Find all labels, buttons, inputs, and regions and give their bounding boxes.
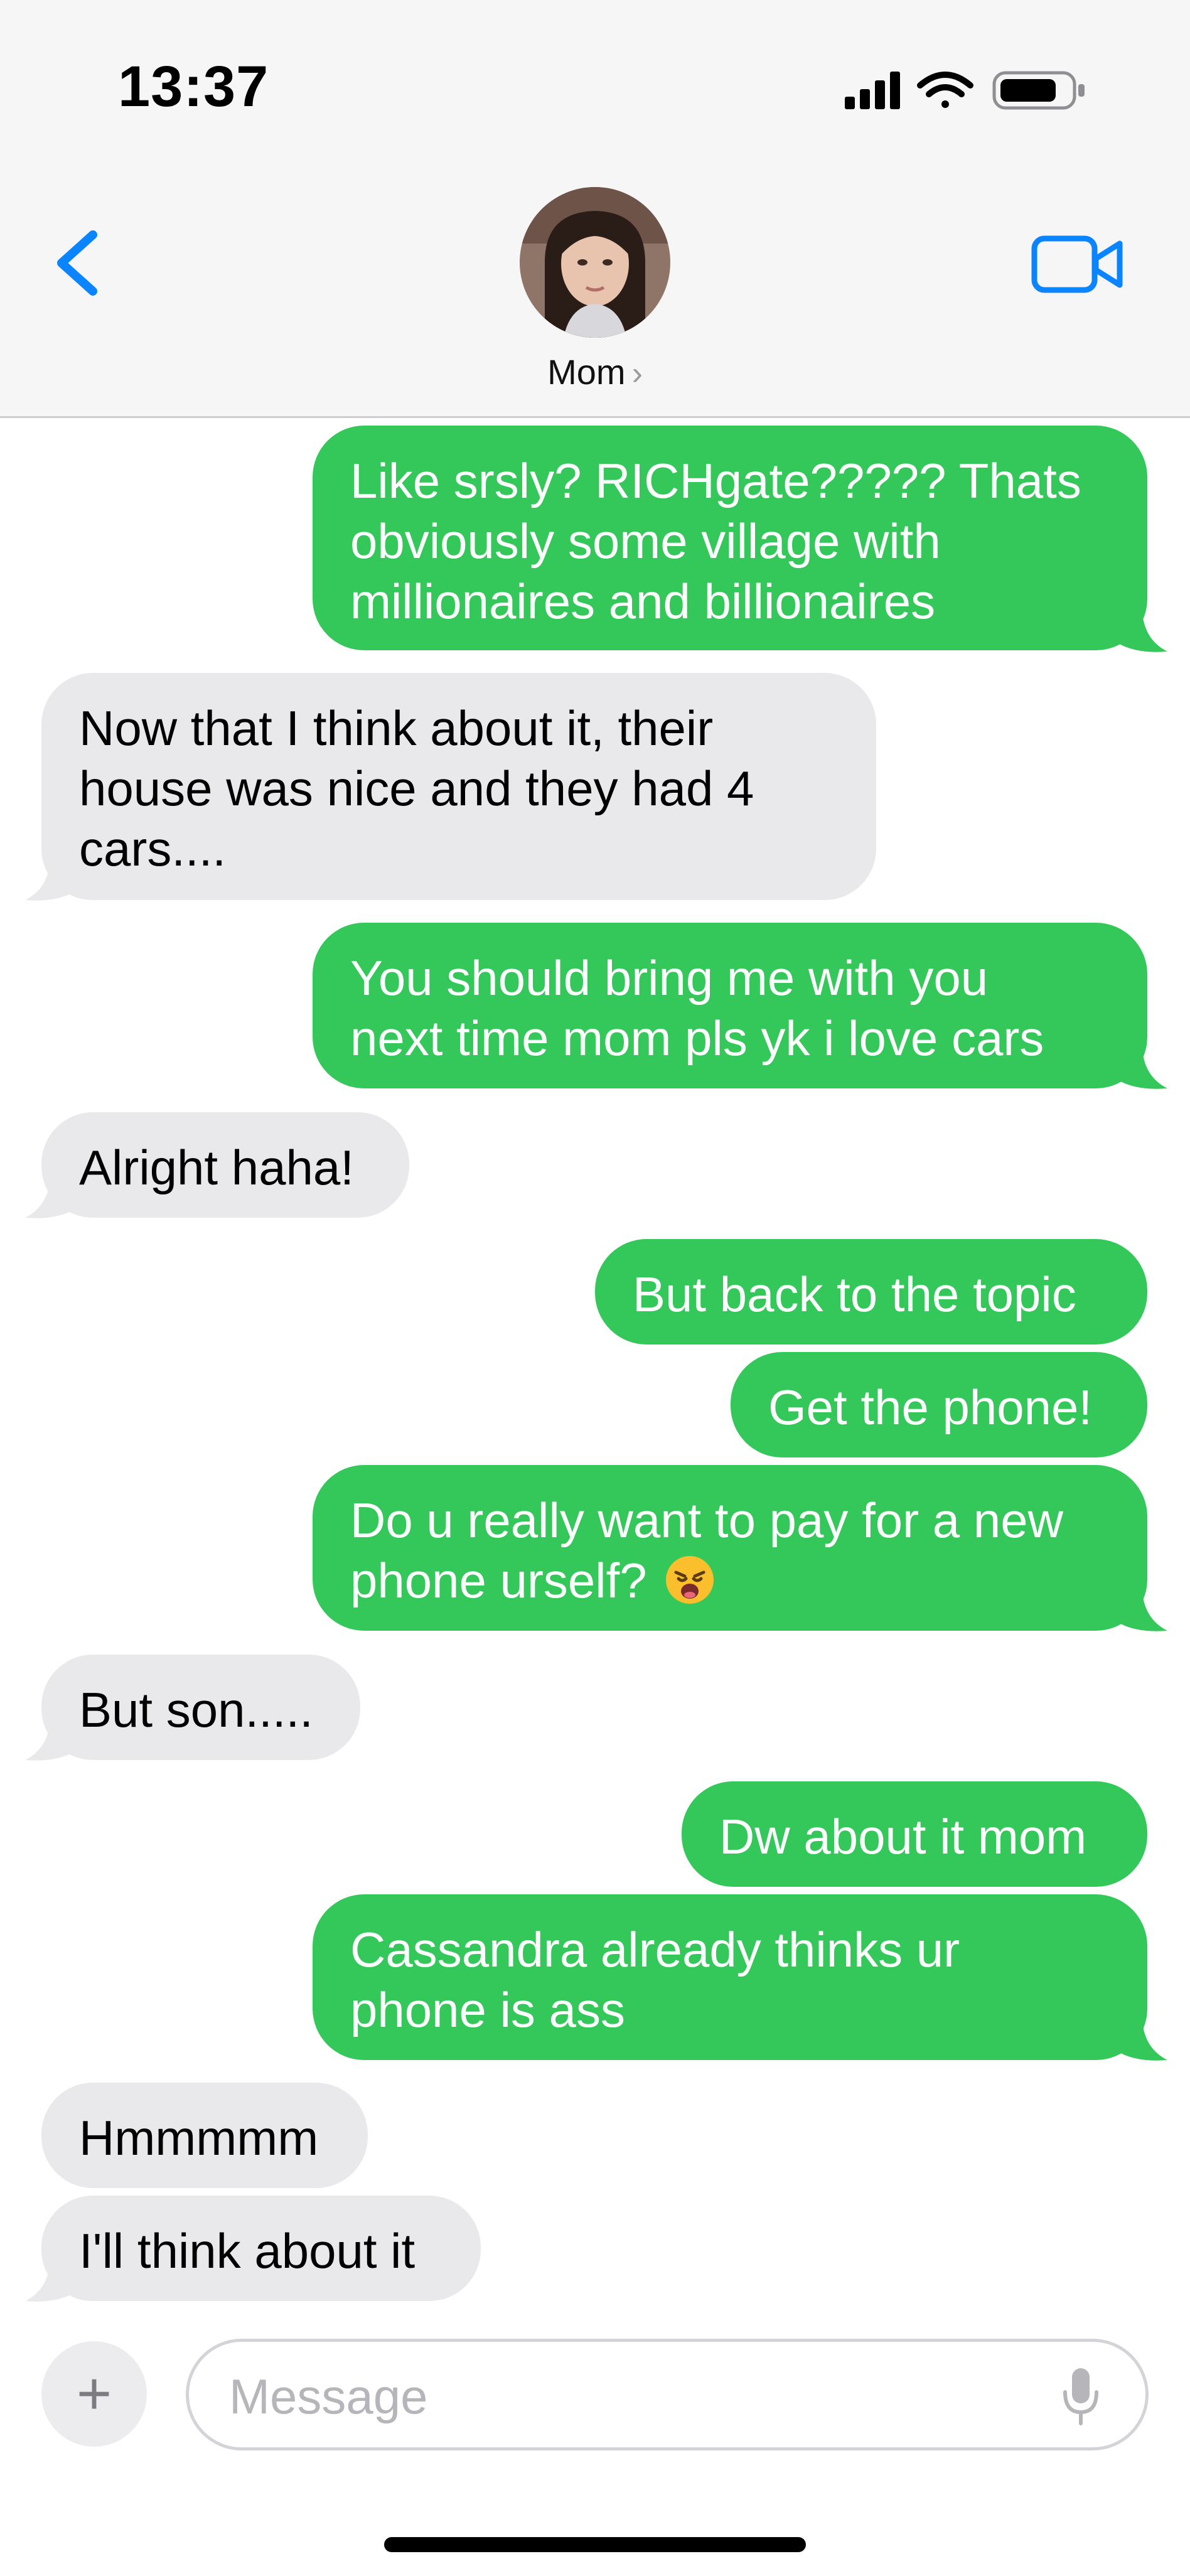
bubble-tail xyxy=(25,1179,75,1218)
bubble-tail xyxy=(1117,1592,1167,1631)
message-line: I'll think about it xyxy=(79,2223,415,2278)
home-indicator[interactable] xyxy=(384,2537,806,2552)
message-line: obviously some village with xyxy=(350,513,941,569)
message-line: cars.... xyxy=(79,821,227,876)
battery-icon xyxy=(992,71,1085,110)
message-line: But son..... xyxy=(79,1682,313,1737)
message-bubble-outgoing[interactable]: Cassandra already thinks ur phone is ass xyxy=(313,1894,1147,2060)
message-line: next time mom pls yk i love cars xyxy=(350,1011,1044,1066)
contact-avatar[interactable] xyxy=(520,187,670,338)
message-line: Do u really want to pay for a new xyxy=(350,1493,1063,1548)
message-text: phone urself? xyxy=(350,1553,647,1608)
contact-name-button[interactable]: Mom › xyxy=(0,352,1190,392)
status-time: 13:37 xyxy=(118,55,269,119)
message-line: But back to the topic xyxy=(633,1267,1076,1322)
back-button[interactable] xyxy=(38,222,113,304)
message-line: Cassandra already thinks ur xyxy=(350,1922,960,1977)
contact-name: Mom xyxy=(547,352,626,392)
message-bubble-incoming[interactable]: Hmmmmm xyxy=(41,2083,368,2188)
messages-screen: 13:37 Mom › Like srsly? RICHgate????? Th… xyxy=(0,0,1190,2576)
message-line: phone is ass xyxy=(350,1982,625,2037)
message-placeholder: Message xyxy=(229,2369,428,2424)
bubble-tail xyxy=(25,2262,75,2302)
message-line: millionaires and billionaires xyxy=(350,574,936,629)
message-line: Dw about it mom xyxy=(719,1809,1087,1864)
message-bubble-outgoing[interactable]: Dw about it mom xyxy=(682,1781,1147,1887)
plus-icon: + xyxy=(76,2360,112,2427)
message-bubble-incoming[interactable]: But son..... xyxy=(41,1655,360,1760)
message-line: phone urself? xyxy=(350,1550,1110,1611)
message-line: Hmmmmm xyxy=(79,2110,319,2165)
bubble-tail xyxy=(1117,1049,1167,1089)
message-bubble-incoming[interactable]: Now that I think about it, their house w… xyxy=(41,673,876,900)
conversation-header: 13:37 Mom › xyxy=(0,0,1190,418)
message-input[interactable]: Message xyxy=(186,2339,1149,2450)
chevron-right-icon: › xyxy=(631,355,643,392)
message-line: Get the phone! xyxy=(768,1380,1093,1435)
message-line: Now that I think about it, their xyxy=(79,700,714,756)
video-call-button[interactable] xyxy=(1031,230,1125,299)
status-bar-icons xyxy=(845,71,1085,110)
bubble-tail xyxy=(25,1721,75,1761)
message-bubble-outgoing[interactable]: Get the phone! xyxy=(731,1352,1147,1457)
message-bubble-incoming[interactable]: Alright haha! xyxy=(41,1112,409,1218)
message-line: You should bring me with you xyxy=(350,950,989,1006)
chevron-left-icon xyxy=(57,230,97,296)
microphone-icon[interactable] xyxy=(1060,2364,1102,2427)
message-bubble-outgoing[interactable]: Do u really want to pay for a new phone … xyxy=(313,1465,1147,1631)
bubble-tail xyxy=(1117,613,1167,652)
video-camera-icon xyxy=(1031,235,1123,293)
message-line: Alright haha! xyxy=(79,1140,354,1195)
weary-face-emoji xyxy=(665,1556,714,1604)
avatar-photo xyxy=(520,187,670,338)
message-line: Like srsly? RICHgate????? Thats xyxy=(350,453,1081,508)
add-attachment-button[interactable]: + xyxy=(41,2341,147,2447)
wifi-icon xyxy=(917,72,973,108)
message-bubble-outgoing[interactable]: You should bring me with you next time m… xyxy=(313,923,1147,1088)
message-bubble-incoming[interactable]: I'll think about it xyxy=(41,2196,481,2301)
message-bubble-outgoing[interactable]: Like srsly? RICHgate????? Thats obviousl… xyxy=(313,426,1147,650)
bubble-tail xyxy=(1117,2021,1167,2061)
message-bubble-outgoing[interactable]: But back to the topic xyxy=(595,1239,1147,1344)
message-line: house was nice and they had 4 xyxy=(79,761,754,816)
cellular-signal-icon xyxy=(845,72,900,109)
bubble-tail xyxy=(25,861,75,901)
